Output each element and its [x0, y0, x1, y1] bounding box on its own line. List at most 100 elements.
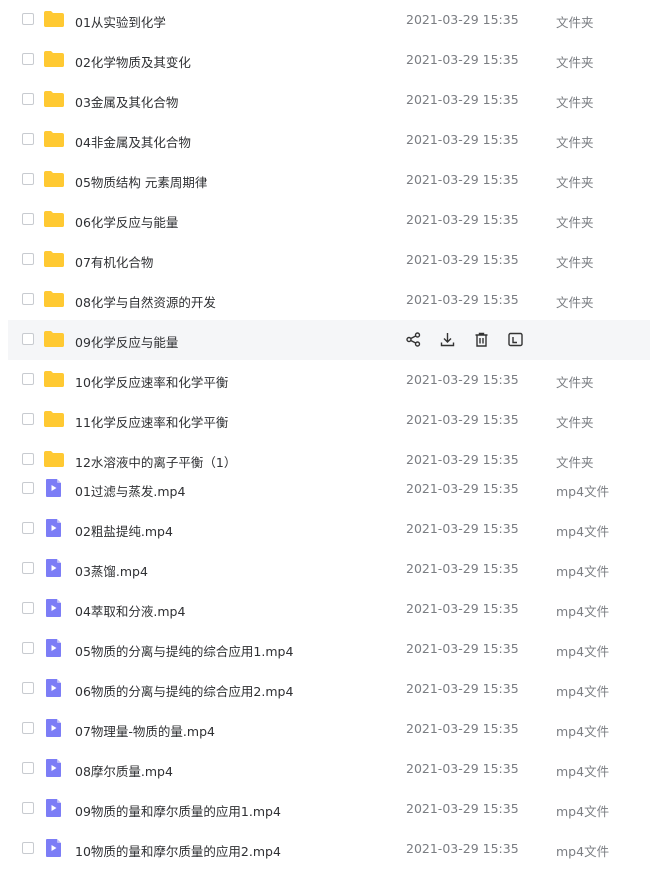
- file-type: 文件夹: [556, 375, 594, 390]
- row-checkbox[interactable]: [22, 842, 34, 854]
- file-name[interactable]: 01过滤与蒸发.mp4: [75, 481, 185, 500]
- file-name[interactable]: 07有机化合物: [75, 252, 153, 271]
- file-row[interactable]: 05物质结构 元素周期律 2021-03-29 15:35 文件夹: [8, 160, 650, 200]
- row-checkbox[interactable]: [22, 762, 34, 774]
- file-row[interactable]: 09物质的量和摩尔质量的应用1.mp4 2021-03-29 15:35 mp4…: [8, 789, 650, 829]
- file-name[interactable]: 10化学反应速率和化学平衡: [75, 372, 228, 391]
- file-type: 文件夹: [556, 295, 594, 310]
- file-row[interactable]: 09化学反应与能量: [8, 320, 650, 360]
- file-list: 01从实验到化学 2021-03-29 15:35 文件夹 02化学物质及其变化…: [0, 0, 650, 873]
- modified-time: 2021-03-29 15:35: [406, 372, 519, 387]
- video-file-icon: [43, 798, 65, 818]
- delete-icon[interactable]: [473, 331, 490, 348]
- file-name[interactable]: 06物质的分离与提纯的综合应用2.mp4: [75, 681, 293, 700]
- modified-time: 2021-03-29 15:35: [406, 681, 519, 696]
- file-name[interactable]: 01从实验到化学: [75, 12, 166, 31]
- folder-icon: [43, 89, 65, 109]
- file-type: mp4文件: [556, 604, 610, 619]
- file-name[interactable]: 04萃取和分液.mp4: [75, 601, 185, 620]
- file-name[interactable]: 04非金属及其化合物: [75, 132, 191, 151]
- video-file-icon: [43, 758, 65, 778]
- row-checkbox[interactable]: [22, 562, 34, 574]
- row-checkbox[interactable]: [22, 253, 34, 265]
- file-row[interactable]: 05物质的分离与提纯的综合应用1.mp4 2021-03-29 15:35 mp…: [8, 629, 650, 669]
- folder-icon: [43, 369, 65, 389]
- file-row[interactable]: 02化学物质及其变化 2021-03-29 15:35 文件夹: [8, 40, 650, 80]
- row-checkbox[interactable]: [22, 453, 34, 465]
- file-row[interactable]: 01从实验到化学 2021-03-29 15:35 文件夹: [8, 0, 650, 40]
- rename-icon[interactable]: [507, 331, 524, 348]
- file-name[interactable]: 02化学物质及其变化: [75, 52, 191, 71]
- file-type: mp4文件: [556, 564, 610, 579]
- file-row[interactable]: 04非金属及其化合物 2021-03-29 15:35 文件夹: [8, 120, 650, 160]
- file-name[interactable]: 05物质的分离与提纯的综合应用1.mp4: [75, 641, 293, 660]
- modified-time: 2021-03-29 15:35: [406, 761, 519, 776]
- file-row[interactable]: 07物理量-物质的量.mp4 2021-03-29 15:35 mp4文件: [8, 709, 650, 749]
- file-type: 文件夹: [556, 95, 594, 110]
- folder-icon: [43, 209, 65, 229]
- row-checkbox[interactable]: [22, 602, 34, 614]
- file-name[interactable]: 10物质的量和摩尔质量的应用2.mp4: [75, 841, 281, 860]
- file-type: 文件夹: [556, 135, 594, 150]
- file-type: 文件夹: [556, 175, 594, 190]
- folder-icon: [43, 409, 65, 429]
- modified-time: 2021-03-29 15:35: [406, 452, 519, 467]
- file-row[interactable]: 11化学反应速率和化学平衡 2021-03-29 15:35 文件夹: [8, 400, 650, 440]
- file-row[interactable]: 07有机化合物 2021-03-29 15:35 文件夹: [8, 240, 650, 280]
- modified-time: 2021-03-29 15:35: [406, 721, 519, 736]
- row-checkbox[interactable]: [22, 373, 34, 385]
- row-checkbox[interactable]: [22, 802, 34, 814]
- file-type: mp4文件: [556, 804, 610, 819]
- file-type: mp4文件: [556, 524, 610, 539]
- file-type: mp4文件: [556, 484, 610, 499]
- file-name[interactable]: 08摩尔质量.mp4: [75, 761, 173, 780]
- row-checkbox[interactable]: [22, 53, 34, 65]
- row-checkbox[interactable]: [22, 173, 34, 185]
- row-checkbox[interactable]: [22, 333, 34, 345]
- file-name[interactable]: 03蒸馏.mp4: [75, 561, 148, 580]
- file-row[interactable]: 03蒸馏.mp4 2021-03-29 15:35 mp4文件: [8, 549, 650, 589]
- file-name[interactable]: 07物理量-物质的量.mp4: [75, 721, 215, 740]
- row-checkbox[interactable]: [22, 93, 34, 105]
- file-name[interactable]: 09化学反应与能量: [75, 332, 178, 351]
- row-checkbox[interactable]: [22, 722, 34, 734]
- file-name[interactable]: 02粗盐提纯.mp4: [75, 521, 173, 540]
- file-row[interactable]: 06物质的分离与提纯的综合应用2.mp4 2021-03-29 15:35 mp…: [8, 669, 650, 709]
- row-actions: [405, 331, 524, 349]
- folder-icon: [43, 9, 65, 29]
- file-name[interactable]: 03金属及其化合物: [75, 92, 178, 111]
- share-icon[interactable]: [405, 331, 422, 348]
- row-checkbox[interactable]: [22, 13, 34, 25]
- folder-icon: [43, 249, 65, 269]
- file-type: 文件夹: [556, 55, 594, 70]
- row-checkbox[interactable]: [22, 682, 34, 694]
- file-row[interactable]: 06化学反应与能量 2021-03-29 15:35 文件夹: [8, 200, 650, 240]
- download-icon[interactable]: [439, 331, 456, 348]
- row-checkbox[interactable]: [22, 213, 34, 225]
- file-row[interactable]: 10化学反应速率和化学平衡 2021-03-29 15:35 文件夹: [8, 360, 650, 400]
- row-checkbox[interactable]: [22, 522, 34, 534]
- video-file-icon: [43, 598, 65, 618]
- row-checkbox[interactable]: [22, 482, 34, 494]
- folder-icon: [43, 289, 65, 309]
- file-name[interactable]: 11化学反应速率和化学平衡: [75, 412, 228, 431]
- file-row[interactable]: 08化学与自然资源的开发 2021-03-29 15:35 文件夹: [8, 280, 650, 320]
- file-row[interactable]: 10物质的量和摩尔质量的应用2.mp4 2021-03-29 15:35 mp4…: [8, 829, 650, 869]
- row-checkbox[interactable]: [22, 293, 34, 305]
- file-row[interactable]: 01过滤与蒸发.mp4 2021-03-29 15:35 mp4文件: [8, 469, 650, 509]
- modified-time: 2021-03-29 15:35: [406, 212, 519, 227]
- row-checkbox[interactable]: [22, 133, 34, 145]
- file-row[interactable]: 03金属及其化合物 2021-03-29 15:35 文件夹: [8, 80, 650, 120]
- file-type: 文件夹: [556, 215, 594, 230]
- file-name[interactable]: 09物质的量和摩尔质量的应用1.mp4: [75, 801, 281, 820]
- video-file-icon: [43, 638, 65, 658]
- file-name[interactable]: 08化学与自然资源的开发: [75, 292, 216, 311]
- video-file-icon: [43, 718, 65, 738]
- file-name[interactable]: 06化学反应与能量: [75, 212, 178, 231]
- file-name[interactable]: 05物质结构 元素周期律: [75, 172, 207, 191]
- file-row[interactable]: 08摩尔质量.mp4 2021-03-29 15:35 mp4文件: [8, 749, 650, 789]
- file-row[interactable]: 04萃取和分液.mp4 2021-03-29 15:35 mp4文件: [8, 589, 650, 629]
- row-checkbox[interactable]: [22, 413, 34, 425]
- row-checkbox[interactable]: [22, 642, 34, 654]
- file-row[interactable]: 02粗盐提纯.mp4 2021-03-29 15:35 mp4文件: [8, 509, 650, 549]
